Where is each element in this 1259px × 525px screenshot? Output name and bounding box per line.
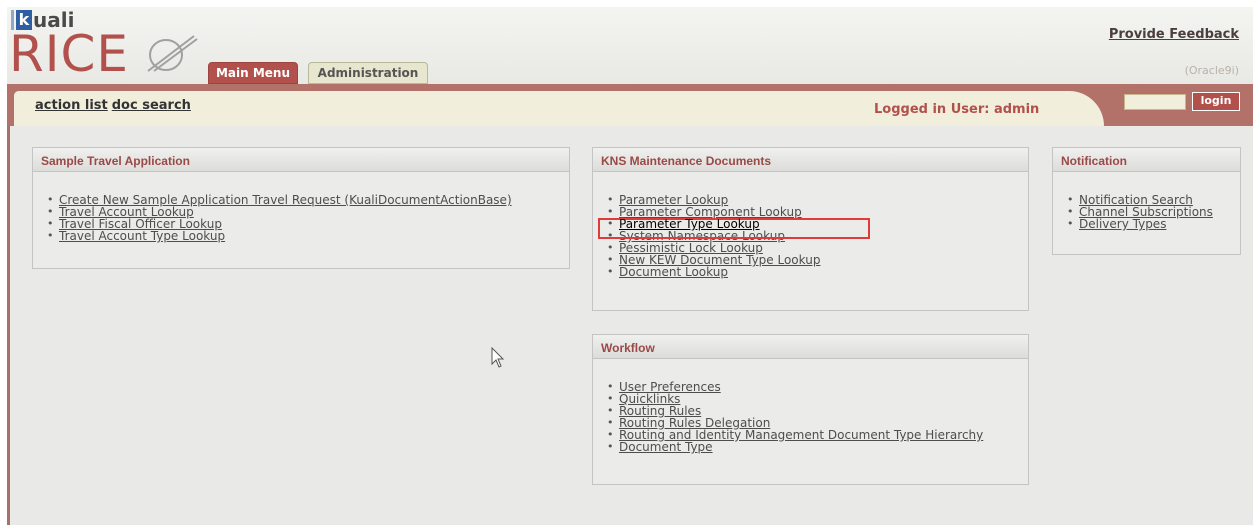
list-item: Parameter Type Lookup	[605, 218, 1028, 230]
doc-search-link[interactable]: doc search	[112, 98, 191, 113]
mouse-pointer-icon	[491, 347, 505, 368]
panel-title: Notification	[1053, 148, 1240, 172]
toolbar: action list doc search Logged in User: ad…	[14, 91, 1104, 126]
rice-emblem-icon	[147, 35, 198, 72]
travel-account-type-lookup-link[interactable]: Travel Account Type Lookup	[59, 229, 225, 243]
panel-workflow: Workflow User Preferences Quicklinks Rou…	[592, 334, 1029, 485]
document-lookup-link[interactable]: Document Lookup	[619, 265, 728, 279]
panel-title: KNS Maintenance Documents	[593, 148, 1028, 172]
list-item: Delivery Types	[1065, 218, 1240, 230]
rice-logo-text: RICE	[9, 25, 129, 83]
login-input[interactable]	[1124, 94, 1186, 110]
list-item: Document Type	[605, 441, 1028, 453]
delivery-types-link[interactable]: Delivery Types	[1079, 217, 1166, 231]
login-button[interactable]: login	[1192, 92, 1240, 111]
panel-title: Workflow	[593, 335, 1028, 359]
tab-administration[interactable]: Administration	[308, 62, 428, 84]
database-label: (Oracle9i)	[1184, 64, 1239, 77]
logged-in-user: Logged in User: admin	[874, 102, 1040, 117]
provide-feedback-link[interactable]: Provide Feedback	[1109, 27, 1239, 42]
header: k uali RICE Main Menu Administration Prov…	[7, 7, 1253, 85]
list-item: Travel Account Type Lookup	[45, 230, 569, 242]
document-type-link[interactable]: Document Type	[619, 440, 713, 454]
panel-kns-maintenance: KNS Maintenance Documents Parameter Look…	[592, 147, 1029, 311]
panel-sample-travel: Sample Travel Application Create New Sam…	[32, 147, 570, 269]
list-item: Document Lookup	[605, 266, 1028, 278]
tab-main-menu[interactable]: Main Menu	[208, 62, 298, 84]
panel-notification: Notification Notification Search Channel…	[1052, 147, 1241, 255]
action-list-link[interactable]: action list	[35, 98, 108, 113]
parameter-type-lookup-link[interactable]: Parameter Type Lookup	[619, 217, 760, 231]
panel-title: Sample Travel Application	[33, 148, 569, 172]
toolbar-links: action list doc search	[35, 98, 195, 113]
